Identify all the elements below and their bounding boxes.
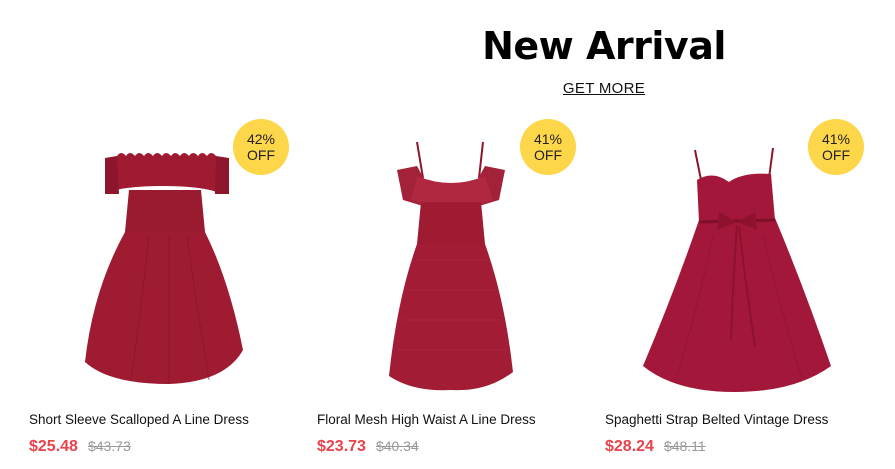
sale-price: $28.24 [605,438,654,455]
product-card[interactable]: 41% OFF Floral Mesh High Waist A Line Dr… [317,112,577,469]
price-row: $25.48 $43.73 [29,438,131,456]
product-image[interactable] [605,140,865,402]
discount-percent: 41% [533,131,563,147]
sale-price: $25.48 [29,438,78,455]
original-price: $43.73 [87,438,131,454]
product-carousel: 42% OFF Short Sleeve Scalloped A Line Dr… [0,112,895,469]
discount-off: OFF [534,147,562,163]
price-row: $23.73 $40.34 [317,438,419,456]
discount-badge: 41% OFF [808,119,864,175]
product-name[interactable]: Floral Mesh High Waist A Line Dress [317,412,536,427]
product-image[interactable] [29,140,289,402]
sale-price: $23.73 [317,438,366,455]
discount-percent: 41% [821,131,851,147]
section-title: New Arrival [482,24,726,68]
product-card[interactable]: 41% OFF Spaghetti Strap Belted Vintage D… [605,112,865,469]
discount-percent: 42% [246,131,276,147]
product-name[interactable]: Short Sleeve Scalloped A Line Dress [29,412,249,427]
discount-badge: 41% OFF [520,119,576,175]
original-price: $48.11 [663,438,706,454]
get-more-link[interactable]: GET MORE [0,80,895,97]
product-card[interactable]: 42% OFF Short Sleeve Scalloped A Line Dr… [29,112,289,469]
original-price: $40.34 [375,438,419,454]
discount-off: OFF [247,147,275,163]
product-image[interactable] [317,140,577,402]
discount-off: OFF [822,147,850,163]
product-name[interactable]: Spaghetti Strap Belted Vintage Dress [605,412,828,427]
discount-badge: 42% OFF [233,119,289,175]
price-row: $28.24 $48.11 [605,438,706,456]
